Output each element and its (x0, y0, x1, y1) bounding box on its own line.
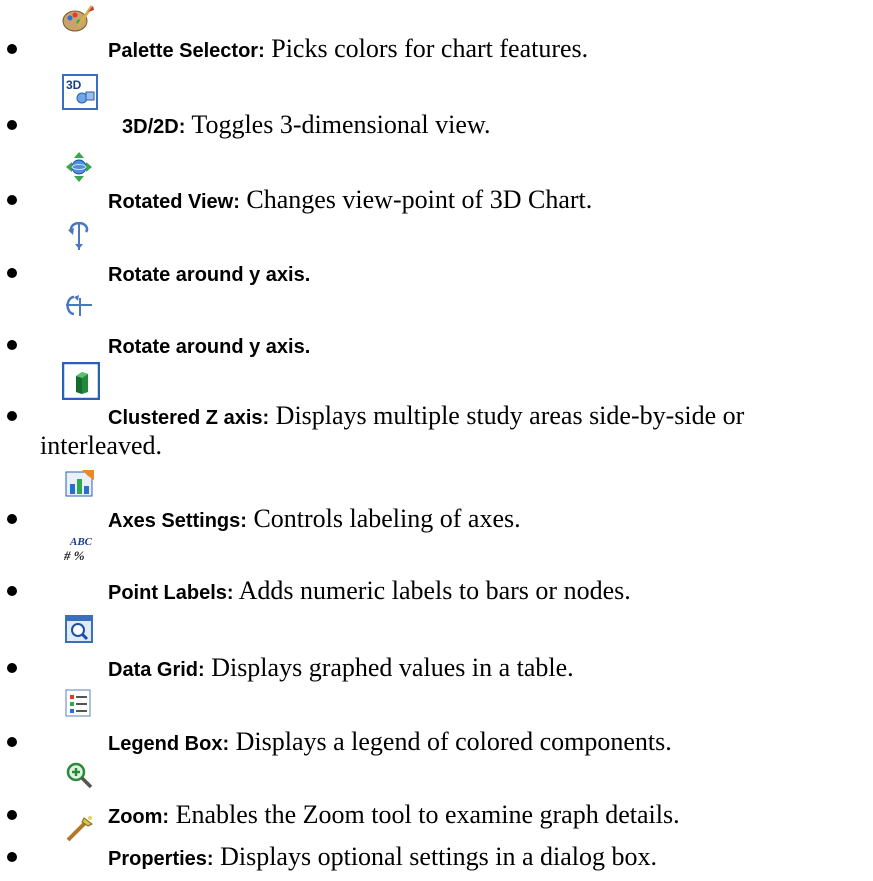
item-description: Changes view-point of 3D Chart. (239, 185, 593, 214)
item-description: Toggles 3-dimensional view. (185, 110, 491, 139)
rotate-y-axis-icon (68, 222, 89, 250)
item-term: 3D/2D: (122, 116, 186, 138)
item-term: Palette Selector: (108, 40, 265, 62)
properties-icon (66, 816, 93, 842)
bullet (7, 268, 17, 278)
item-description: Adds numeric labels to bars or nodes. (233, 576, 631, 605)
icon-label-bottom: # % (64, 548, 85, 563)
bullet (7, 586, 17, 596)
bullet (7, 852, 17, 862)
item-term: Rotate around y axis. (108, 336, 311, 358)
item-description-continued: interleaved. (40, 431, 162, 460)
rotated-view-icon (66, 152, 92, 182)
item-description: Displays graphed values in a table. (204, 653, 574, 682)
item-term: Properties: (108, 848, 214, 870)
3d-2d-icon: 3D (62, 74, 98, 110)
item-term: Point Labels: (108, 582, 234, 604)
svg-text:3D: 3D (66, 78, 82, 92)
item-description: Enables the Zoom tool to examine graph d… (169, 800, 680, 829)
item-term: Legend Box: (108, 733, 230, 755)
item-term: Rotated View: (108, 191, 240, 213)
item-term: Data Grid: (108, 659, 205, 681)
legend-box-icon (65, 689, 91, 717)
bullet (7, 810, 17, 820)
bullet (7, 195, 17, 205)
item-description: Displays optional settings in a dialog b… (213, 842, 658, 871)
zoom-icon (66, 762, 93, 789)
point-labels-icon: ABC # % (64, 536, 96, 568)
bullet (7, 514, 17, 524)
bullet (7, 120, 17, 130)
rotate-x-axis-icon (66, 295, 92, 316)
item-description: Displays a legend of colored components. (229, 727, 672, 756)
data-grid-icon (65, 615, 93, 643)
item-description: Controls labeling of axes. (246, 504, 521, 533)
item-description: Picks colors for chart features. (264, 34, 589, 63)
bullet (7, 663, 17, 673)
item-term: Zoom: (108, 806, 170, 828)
bullet (7, 44, 17, 54)
item-term: Clustered Z axis: (108, 407, 270, 429)
bullet (7, 411, 17, 421)
bullet (7, 340, 17, 350)
bullet (7, 737, 17, 747)
item-term: Rotate around y axis. (108, 264, 311, 286)
item-term: Axes Settings: (108, 510, 247, 532)
clustered-z-axis-icon (62, 362, 100, 400)
palette-icon (62, 5, 94, 32)
item-description: Displays multiple study areas side-by-si… (269, 401, 745, 430)
axes-settings-icon (65, 470, 94, 497)
